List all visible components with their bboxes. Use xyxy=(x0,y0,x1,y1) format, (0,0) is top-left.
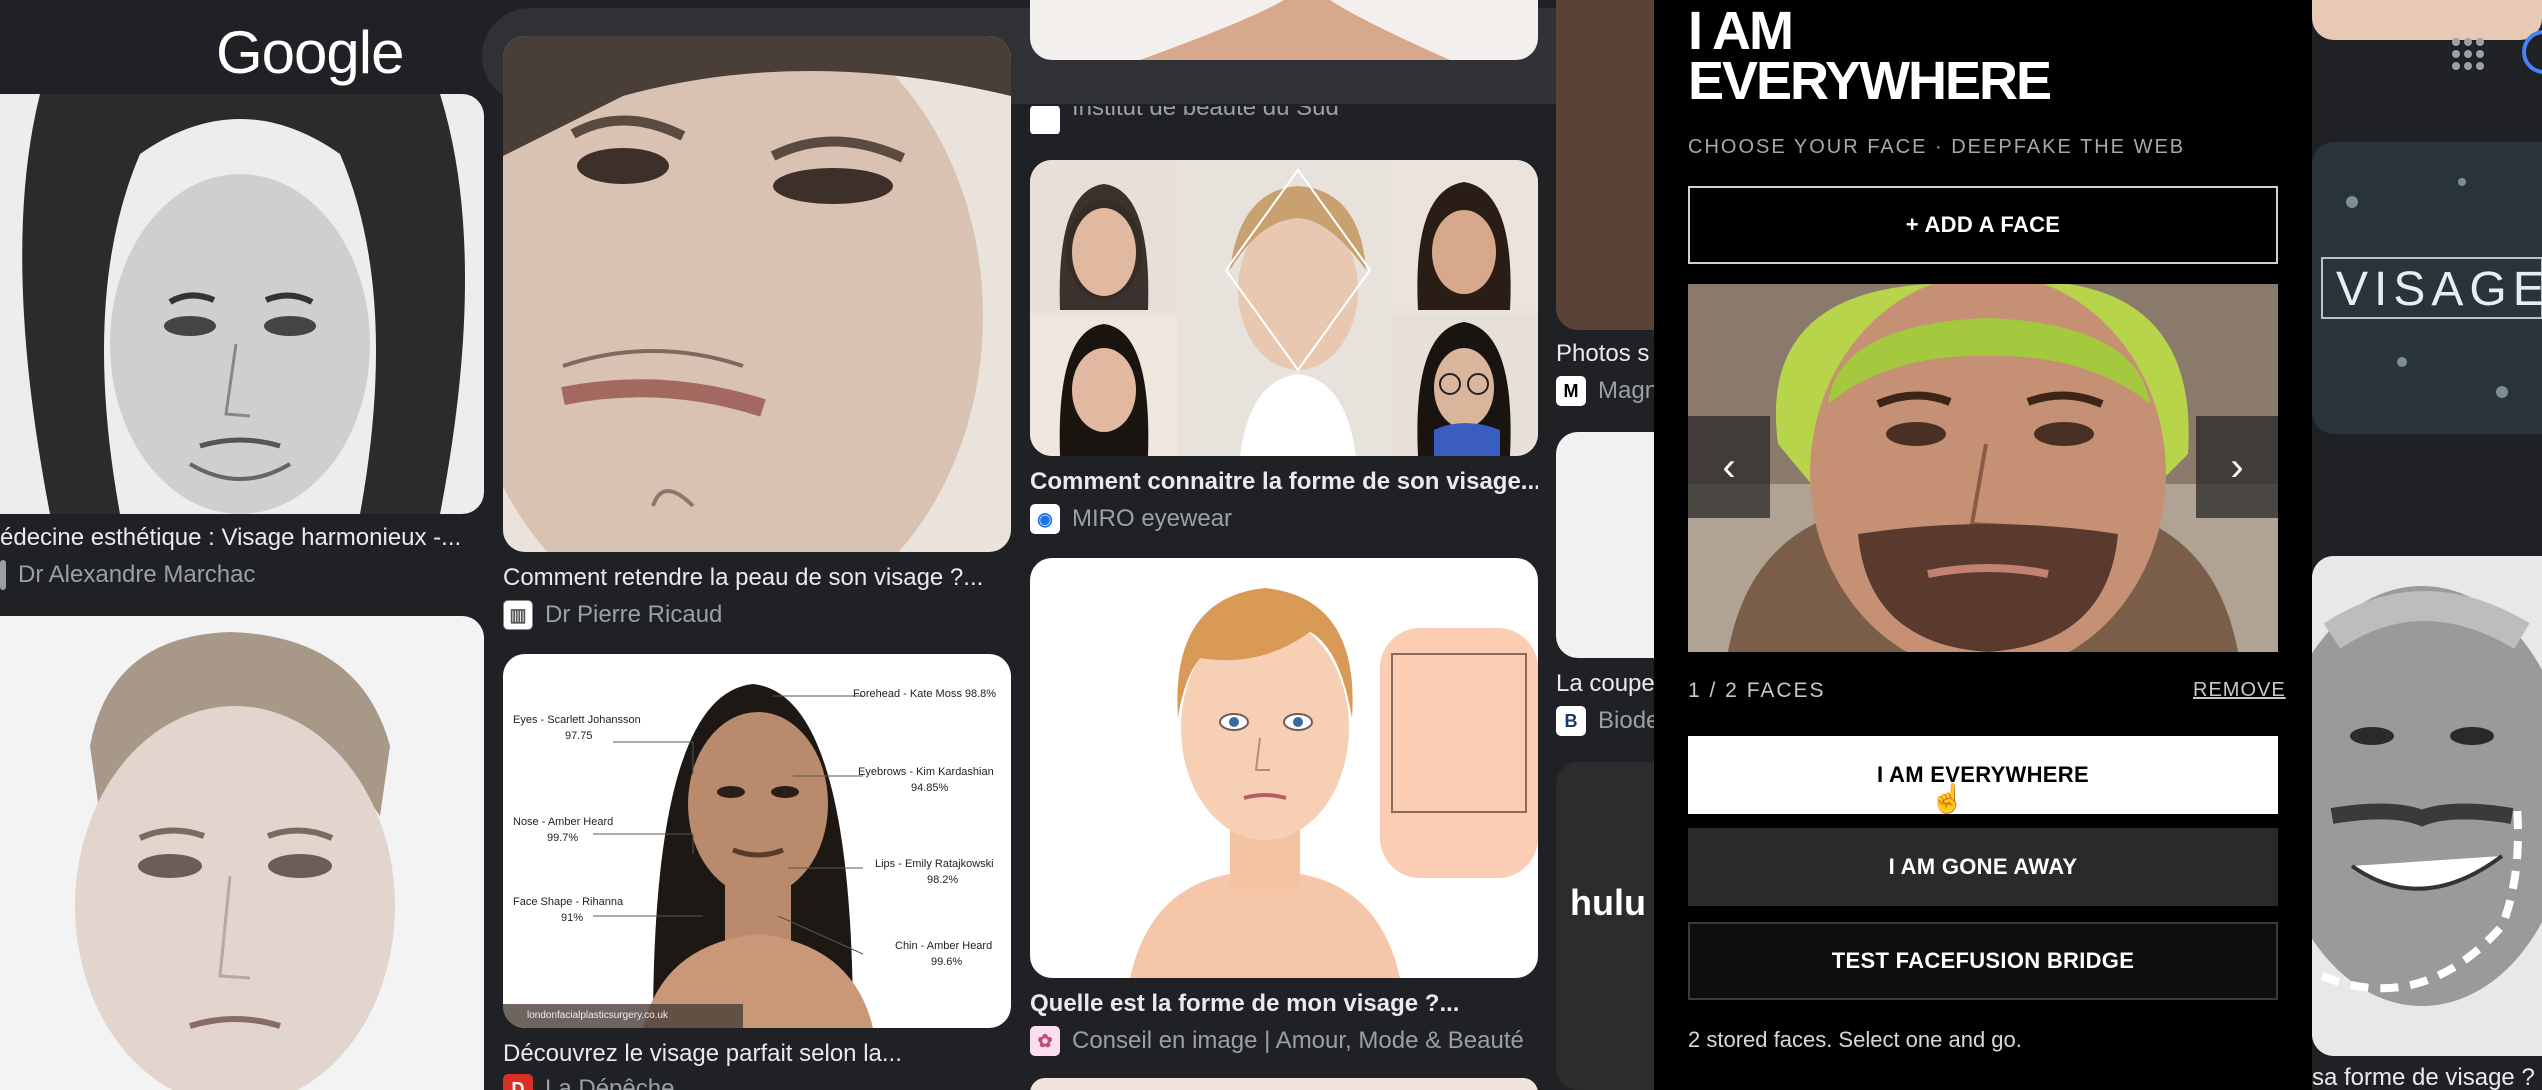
i-am-everywhere-button[interactable]: I AM EVERYWHERE xyxy=(1688,736,2278,814)
result-caption[interactable]: Quelle est la forme de mon visage ?... xyxy=(1030,990,1538,1018)
next-face-button[interactable]: › xyxy=(2196,416,2278,518)
result-image[interactable] xyxy=(1030,1078,1538,1090)
result-image[interactable] xyxy=(503,36,1011,552)
result-source[interactable]: M Magn xyxy=(1556,376,1658,406)
face-label: 99.7% xyxy=(547,832,579,844)
result-image[interactable] xyxy=(1030,160,1538,456)
i-am-gone-away-button[interactable]: I AM GONE AWAY xyxy=(1688,828,2278,906)
result-caption[interactable]: édecine esthétique : Visage harmonieux -… xyxy=(0,524,484,552)
result-image[interactable] xyxy=(0,94,484,514)
face-label: Nose - Amber Heard xyxy=(513,816,614,828)
result-image[interactable]: VISAGE xyxy=(2312,142,2542,434)
result-source[interactable]: D La Dépêche xyxy=(503,1074,674,1090)
result-caption[interactable]: Découvrez le visage parfait selon la... xyxy=(503,1040,1011,1068)
panel-subtitle: CHOOSE YOUR FACE · DEEPFAKE THE WEB xyxy=(1688,136,2186,158)
result-image[interactable] xyxy=(2312,556,2542,1056)
result-caption[interactable]: Comment connaitre la forme de son visage… xyxy=(1030,468,1538,496)
face-label: Chin - Amber Heard xyxy=(895,940,993,952)
remove-face-link[interactable]: REMOVE xyxy=(2193,679,2286,702)
face-label: Face Shape - Rihanna xyxy=(513,896,624,908)
result-caption[interactable]: sa forme de visage ? xyxy=(2312,1064,2542,1090)
site-favicon-icon: ◉ xyxy=(1030,504,1060,534)
result-source[interactable]: ✿ Conseil en image | Amour, Mode & Beaut… xyxy=(1030,1026,1524,1056)
face-preview-image xyxy=(1688,284,2278,652)
panel-title: I AM EVERYWHERE xyxy=(1688,1,2052,111)
face-label: 91% xyxy=(561,912,584,924)
face-label: 99.6% xyxy=(931,956,963,968)
site-favicon-icon xyxy=(1030,106,1060,134)
result-source[interactable]: Dr Alexandre Marchac xyxy=(0,560,255,590)
image-watermark: londonfacialplasticsurgery.co.uk xyxy=(527,1010,669,1021)
prev-face-button[interactable]: ‹ xyxy=(1688,416,1770,518)
result-image[interactable] xyxy=(1030,558,1538,978)
visage-text: VISAGE xyxy=(2336,263,2542,316)
face-label: Eyes - Scarlett Johansson xyxy=(513,714,641,726)
face-label: Lips - Emily Ratajkowski xyxy=(875,858,994,870)
result-source[interactable]: ◉ MIRO eyewear xyxy=(1030,504,1232,534)
face-label: Forehead - Kate Moss 98.8% xyxy=(853,688,997,700)
site-favicon-icon: ▥ xyxy=(503,600,533,630)
test-facefusion-bridge-button[interactable]: TEST FACEFUSION BRIDGE xyxy=(1688,922,2278,1000)
hulu-logo: hulu xyxy=(1570,882,1646,923)
result-source[interactable]: ▥ Dr Pierre Ricaud xyxy=(503,600,722,630)
face-label: 97.75 xyxy=(565,730,593,742)
site-favicon-icon: B xyxy=(1556,706,1586,736)
face-counter: 1 / 2 FACES xyxy=(1688,679,1826,702)
result-caption[interactable]: Comment retendre la peau de son visage ?… xyxy=(503,564,1011,592)
face-label: 94.85% xyxy=(911,782,949,794)
add-face-button[interactable]: + ADD A FACE xyxy=(1688,186,2278,264)
site-favicon-icon: ✿ xyxy=(1030,1026,1060,1056)
status-text: 2 stored faces. Select one and go. xyxy=(1688,1027,2022,1052)
site-favicon-icon: D xyxy=(503,1074,533,1090)
result-image[interactable] xyxy=(0,616,484,1090)
face-label: 98.2% xyxy=(927,874,959,886)
result-image[interactable] xyxy=(2312,0,2542,40)
hand-cursor-icon: ☝ xyxy=(1930,783,1965,814)
face-label: Eyebrows - Kim Kardashian xyxy=(858,766,994,778)
result-image[interactable] xyxy=(1030,0,1538,60)
site-favicon-icon: M xyxy=(1556,376,1586,406)
results-column-5: VISAGE sa forme de visage ? xyxy=(2312,0,2542,1090)
site-favicon-icon xyxy=(0,560,6,590)
apps-grid-icon[interactable] xyxy=(2452,38,2484,70)
result-caption[interactable]: La coupe xyxy=(1556,670,1656,698)
google-logo[interactable]: Google xyxy=(216,18,404,87)
result-image-face-analysis[interactable]: Forehead - Kate Moss 98.8% Eyes - Scarle… xyxy=(503,654,1011,1028)
result-source[interactable]: B Biode xyxy=(1556,706,1659,736)
face-preview xyxy=(1688,284,2278,652)
result-source[interactable]: Institut de beauté du Sud xyxy=(1030,106,1339,134)
result-caption[interactable]: Photos s xyxy=(1556,340,1656,368)
face-analysis-graphic xyxy=(503,654,1011,1028)
